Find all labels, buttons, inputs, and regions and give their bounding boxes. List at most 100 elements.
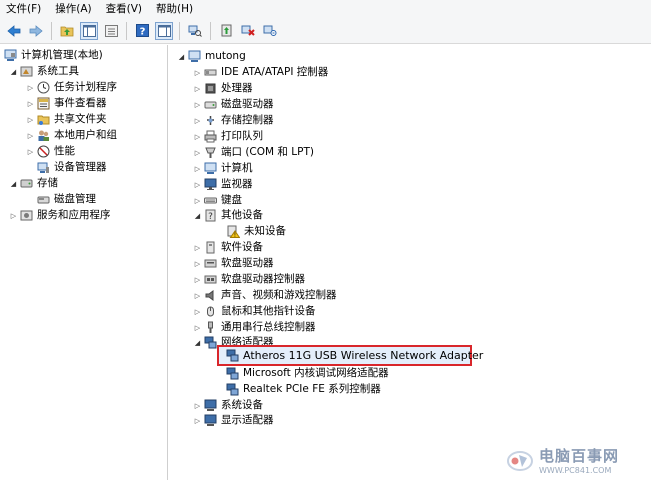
collapse-arrow-icon[interactable]: ◢ xyxy=(193,339,202,347)
uninstall-button[interactable] xyxy=(239,22,257,40)
expand-arrow-icon[interactable]: ▷ xyxy=(193,417,202,425)
expand-arrow-icon[interactable]: ▷ xyxy=(9,212,18,220)
help-button[interactable]: ? xyxy=(133,22,151,40)
expand-arrow-icon[interactable]: ▷ xyxy=(26,84,35,92)
expand-arrow-icon[interactable]: ▷ xyxy=(193,276,202,284)
device-category-other-devices[interactable]: ◢ ? 其他设备 xyxy=(193,208,263,223)
device-realtek-pcie-fe[interactable]: Realtek PCIe FE 系列控制器 xyxy=(224,382,381,397)
tree-node-local-users[interactable]: ▷ 本地用户和组 xyxy=(26,128,117,143)
disable-device-button[interactable] xyxy=(261,22,279,40)
scan-hardware-icon xyxy=(188,25,202,37)
ide-controller-icon xyxy=(204,69,217,76)
up-button[interactable] xyxy=(58,22,76,40)
device-category-display-adapters[interactable]: ▷ 显示适配器 xyxy=(193,413,274,428)
tree-node-services-apps[interactable]: ▷ 服务和应用程序 xyxy=(9,208,111,223)
expand-arrow-icon[interactable]: ▷ xyxy=(26,132,35,140)
tree-node-disk-management[interactable]: 磁盘管理 xyxy=(35,192,96,207)
expand-arrow-icon[interactable]: ▷ xyxy=(193,117,202,125)
device-category-floppy-drives[interactable]: ▷ 软盘驱动器 xyxy=(193,256,274,271)
tree-node-system-tools[interactable]: ◢ 系统工具 xyxy=(9,64,79,79)
device-label: 声音、视频和游戏控制器 xyxy=(221,289,337,301)
expand-arrow-icon[interactable]: ▷ xyxy=(193,133,202,141)
device-category-storage-controllers[interactable]: ▷ 存储控制器 xyxy=(193,113,274,128)
tree-node-storage[interactable]: ◢ 存储 xyxy=(9,176,58,191)
device-category-keyboards[interactable]: ▷ 键盘 xyxy=(193,193,242,208)
keyboard-icon xyxy=(204,197,217,204)
device-root-computer[interactable]: ◢ mutong xyxy=(177,49,246,64)
expand-arrow-icon[interactable]: ▷ xyxy=(193,149,202,157)
users-icon xyxy=(38,130,49,141)
tree-node-event-viewer[interactable]: ▷ 事件查看器 xyxy=(26,96,107,111)
show-hide-tree-button[interactable] xyxy=(80,21,98,40)
device-category-disk-drives[interactable]: ▷ 磁盘驱动器 xyxy=(193,97,274,112)
forward-arrow-icon xyxy=(29,24,43,37)
expand-arrow-icon[interactable]: ▷ xyxy=(26,148,35,156)
event-viewer-icon xyxy=(37,97,50,110)
expand-arrow-icon[interactable]: ▷ xyxy=(193,244,202,252)
tree-node-performance[interactable]: ▷ 性能 xyxy=(26,144,75,159)
device-atheros-wireless-adapter[interactable]: Atheros 11G USB Wireless Network Adapter xyxy=(224,348,483,363)
watermark-url: WWW.PC841.COM xyxy=(539,466,612,475)
scan-hardware-button[interactable] xyxy=(186,22,204,40)
tree-node-device-manager[interactable]: 设备管理器 xyxy=(35,160,107,175)
expand-arrow-icon[interactable]: ▷ xyxy=(26,116,35,124)
menu-help[interactable]: 帮助(H) xyxy=(149,0,200,18)
properties-button[interactable] xyxy=(102,22,120,40)
device-category-system-devices[interactable]: ▷ 系统设备 xyxy=(193,398,263,413)
device-category-processor[interactable]: ▷ 处理器 xyxy=(193,81,253,96)
device-microsoft-kernel-debug-adapter[interactable]: Microsoft 内核调试网络适配器 xyxy=(224,366,389,381)
collapse-arrow-icon[interactable]: ◢ xyxy=(193,212,202,220)
expand-arrow-icon[interactable]: ▷ xyxy=(193,260,202,268)
device-label: 软件设备 xyxy=(221,241,263,253)
device-label: 键盘 xyxy=(221,194,242,206)
expand-arrow-icon[interactable]: ▷ xyxy=(193,324,202,332)
expand-arrow-icon[interactable]: ▷ xyxy=(193,69,202,77)
device-label: 鼠标和其他指针设备 xyxy=(221,305,316,317)
device-category-monitors[interactable]: ▷ 监视器 xyxy=(193,177,253,192)
expand-arrow-icon[interactable]: ▷ xyxy=(193,85,202,93)
menu-file[interactable]: 文件(F) xyxy=(0,0,48,18)
expand-arrow-icon[interactable]: ▷ xyxy=(193,165,202,173)
device-category-floppy-controllers[interactable]: ▷ 软盘驱动器控制器 xyxy=(193,272,305,287)
expand-arrow-icon[interactable]: ▷ xyxy=(193,292,202,300)
network-adapter-icon xyxy=(226,367,239,380)
expand-arrow-icon[interactable]: ▷ xyxy=(193,402,202,410)
device-category-ports[interactable]: ▷ 端口 (COM 和 LPT) xyxy=(193,145,314,160)
back-button[interactable] xyxy=(5,22,23,40)
floppy-controller-icon xyxy=(204,275,217,284)
device-unknown[interactable]: ! 未知设备 xyxy=(225,224,286,239)
expand-arrow-icon[interactable]: ▷ xyxy=(26,100,35,108)
update-driver-button[interactable] xyxy=(217,22,235,40)
network-adapter-icon xyxy=(226,383,239,396)
expand-arrow-icon[interactable]: ▷ xyxy=(193,101,202,109)
device-category-computer[interactable]: ▷ 计算机 xyxy=(193,161,253,176)
expand-arrow-icon[interactable]: ▷ xyxy=(193,308,202,316)
tree-label: 设备管理器 xyxy=(54,161,107,173)
tree-node-task-scheduler[interactable]: ▷ 任务计划程序 xyxy=(26,80,117,95)
system-device-icon xyxy=(204,399,217,411)
device-label: 其他设备 xyxy=(221,209,263,221)
toolbar-separator xyxy=(51,21,52,40)
help-icon: ? xyxy=(135,24,149,37)
collapse-arrow-icon[interactable]: ◢ xyxy=(177,53,186,61)
action-pane-button[interactable] xyxy=(155,21,173,40)
collapse-arrow-icon[interactable]: ◢ xyxy=(9,180,18,188)
tree-node-shared-folders[interactable]: ▷ 共享文件夹 xyxy=(26,112,107,127)
expand-arrow-icon[interactable]: ▷ xyxy=(193,197,202,205)
device-label: Atheros 11G USB Wireless Network Adapter xyxy=(243,349,484,362)
device-category-software-devices[interactable]: ▷ 软件设备 xyxy=(193,240,263,255)
tree-label: 存储 xyxy=(37,177,58,189)
device-category-usb-controllers[interactable]: ▷ 通用串行总线控制器 xyxy=(193,320,316,335)
expand-arrow-icon[interactable]: ▷ xyxy=(193,181,202,189)
forward-button[interactable] xyxy=(27,22,45,40)
device-category-ide[interactable]: ▷ IDE ATA/ATAPI 控制器 xyxy=(193,65,328,80)
device-category-print-queues[interactable]: ▷ 打印队列 xyxy=(193,129,263,144)
menu-action[interactable]: 操作(A) xyxy=(48,0,98,18)
collapse-arrow-icon[interactable]: ◢ xyxy=(9,68,18,76)
display-adapter-icon xyxy=(204,414,217,426)
software-device-icon xyxy=(206,241,215,254)
device-category-sound-video[interactable]: ▷ 声音、视频和游戏控制器 xyxy=(193,288,337,303)
device-category-mice[interactable]: ▷ 鼠标和其他指针设备 xyxy=(193,304,316,319)
menu-view[interactable]: 查看(V) xyxy=(99,0,149,18)
tree-node-computer-management[interactable]: 计算机管理(本地) xyxy=(2,48,103,63)
